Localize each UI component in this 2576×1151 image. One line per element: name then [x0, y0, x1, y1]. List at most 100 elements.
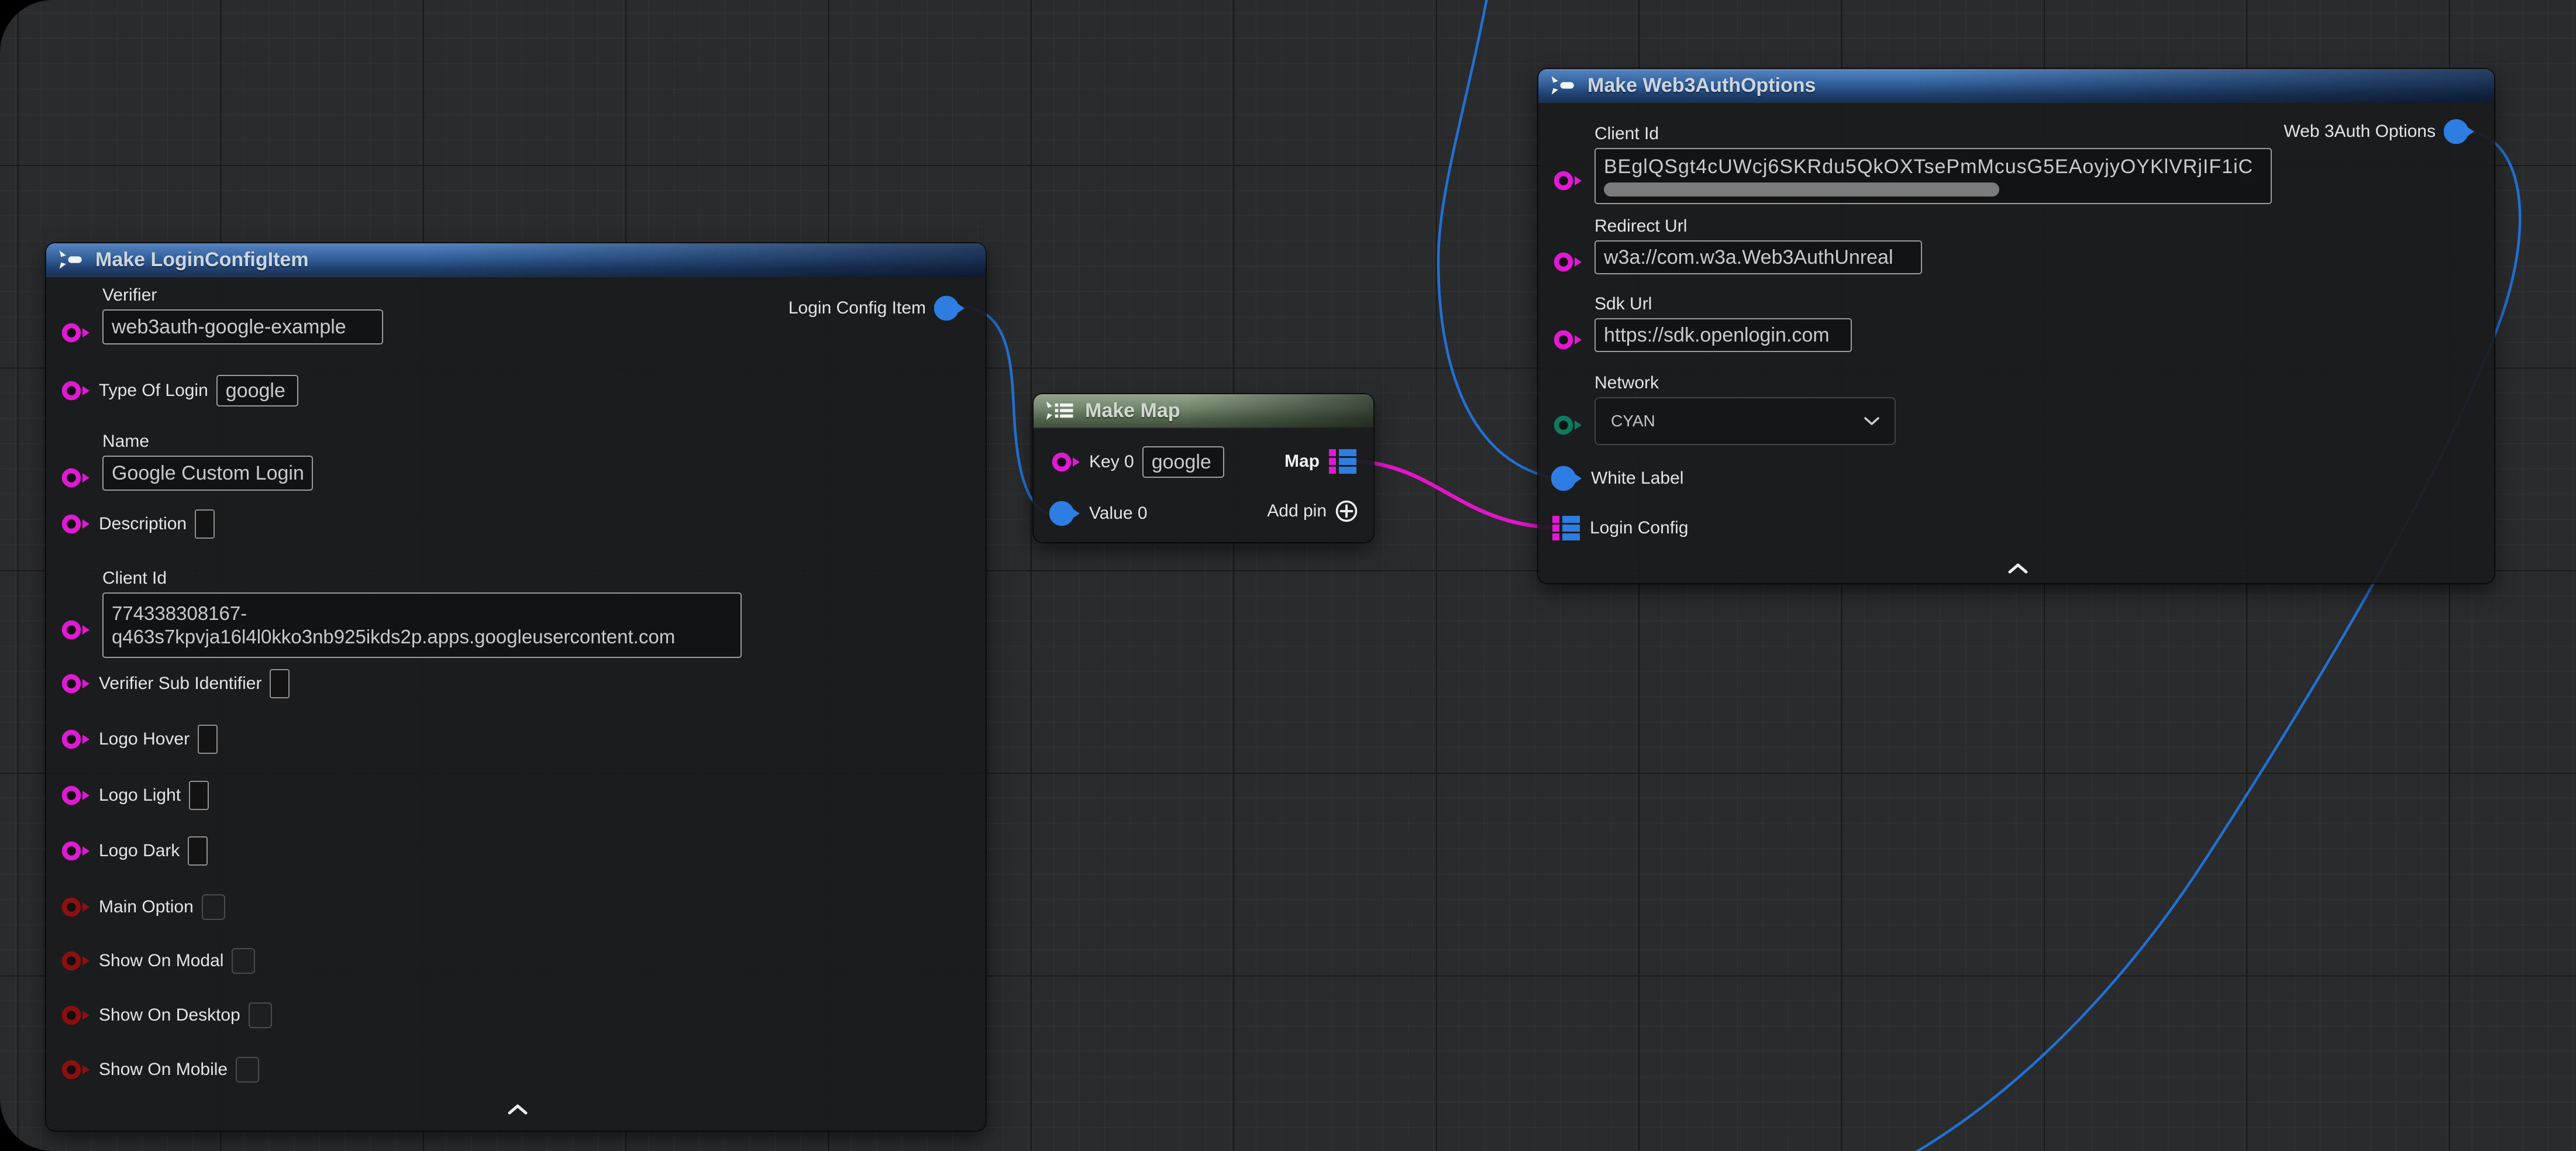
logo-hover-input[interactable] [198, 725, 218, 754]
pin-row-type-of-login: Type Of Login google [59, 374, 298, 407]
pin-row-login-config: Login Config [1551, 512, 1688, 545]
client-id-line1: 774338308167- [112, 602, 247, 625]
collapse-node-chevron[interactable] [2007, 563, 2029, 574]
collapse-node-chevron[interactable] [507, 1104, 528, 1115]
key0-input[interactable]: google [1142, 446, 1224, 478]
name-pin[interactable] [59, 464, 91, 491]
white-label-label: White Label [1591, 468, 1683, 488]
verifier-pin[interactable] [59, 319, 91, 346]
map-output-label: Map [1284, 452, 1320, 471]
add-pin-row[interactable]: Add pin [1267, 499, 1358, 523]
type-of-login-pin[interactable] [59, 377, 91, 404]
logo-hover-label: Logo Hover [99, 729, 190, 749]
verifier-sub-identifier-input[interactable] [270, 669, 290, 698]
make-map-icon [1044, 399, 1077, 422]
show-on-modal-label: Show On Modal [99, 951, 223, 971]
logo-dark-pin[interactable] [59, 838, 91, 864]
login-config-pin[interactable] [1551, 515, 1582, 542]
logo-hover-pin[interactable] [59, 726, 91, 753]
type-of-login-input[interactable]: google [216, 375, 298, 406]
redirect-url-input[interactable]: w3a://com.w3a.Web3AuthUnreal [1594, 240, 1922, 274]
output-row-map: Map [1284, 448, 1358, 475]
show-on-desktop-checkbox[interactable] [249, 1002, 272, 1028]
value0-pin[interactable] [1049, 500, 1081, 527]
client-id-line2: q463s7kpvja16l4l0kko3nb925ikds2p.apps.go… [112, 625, 675, 649]
show-on-mobile-label: Show On Mobile [99, 1060, 228, 1080]
name-label: Name [102, 432, 313, 452]
sdk-url-pin[interactable] [1551, 326, 1583, 353]
logo-dark-label: Logo Dark [99, 841, 180, 861]
logo-light-label: Logo Light [99, 785, 181, 805]
client-id-value: BEglQSgt4cUWcj6SKRdu5QkOXTsePmMcusG5EAoy… [1604, 156, 2262, 178]
redirect-url-label: Redirect Url [1594, 216, 1922, 236]
show-on-desktop-label: Show On Desktop [99, 1005, 240, 1025]
pin-row-logo-hover: Logo Hover [59, 723, 218, 756]
show-on-desktop-pin[interactable] [59, 1002, 91, 1029]
client-id-label: Client Id [1594, 124, 2272, 144]
show-on-mobile-checkbox[interactable] [236, 1057, 259, 1083]
pin-row-key0: Key 0 google [1049, 446, 1224, 478]
node-header-make-map[interactable]: Make Map [1034, 394, 1373, 428]
show-on-mobile-pin[interactable] [59, 1056, 91, 1083]
node-title: Make LoginConfigItem [95, 249, 309, 271]
pin-row-network: Network CYAN [1551, 373, 1896, 445]
node-header-make-web3authoptions[interactable]: Make Web3AuthOptions [1538, 69, 2494, 103]
pin-row-show-on-modal: Show On Modal [59, 945, 255, 977]
verifier-input[interactable]: web3auth-google-example [102, 309, 383, 344]
verifier-sub-identifier-pin[interactable] [59, 670, 91, 697]
node-make-map[interactable]: Make Map Key 0 google Map Value 0 Add pi… [1034, 394, 1373, 542]
network-dropdown[interactable]: CYAN [1594, 397, 1896, 445]
add-pin-label: Add pin [1267, 501, 1327, 521]
pin-row-name: Name Google Custom Login [59, 432, 313, 491]
sdk-url-label: Sdk Url [1594, 294, 1852, 314]
output-row-web3auth-options: Web 3Auth Options [2284, 118, 2475, 145]
client-id-input[interactable]: 774338308167- q463s7kpvja16l4l0kko3nb925… [102, 592, 742, 658]
main-option-pin[interactable] [59, 894, 91, 921]
pin-row-description: Description [59, 508, 215, 540]
main-option-checkbox[interactable] [202, 894, 225, 920]
client-id-pin[interactable] [59, 616, 91, 643]
network-pin[interactable] [1551, 412, 1583, 439]
logo-light-input[interactable] [189, 781, 209, 810]
logo-light-pin[interactable] [59, 782, 91, 809]
output-pin-label: Login Config Item [788, 298, 926, 318]
pin-row-verifier-sub-identifier: Verifier Sub Identifier [59, 667, 290, 700]
add-pin-icon[interactable] [1335, 499, 1358, 523]
node-make-web3authoptions[interactable]: Make Web3AuthOptions Web 3Auth Options C… [1538, 69, 2494, 583]
key0-pin[interactable] [1049, 449, 1081, 475]
client-id-input[interactable]: BEglQSgt4cUWcj6SKRdu5QkOXTsePmMcusG5EAoy… [1594, 148, 2272, 204]
verifier-label: Verifier [102, 285, 383, 305]
client-id-pin[interactable] [1551, 167, 1583, 194]
description-input[interactable] [195, 509, 215, 539]
name-input[interactable]: Google Custom Login [102, 456, 313, 491]
web3auth-options-output-pin[interactable] [2444, 118, 2475, 145]
value0-label: Value 0 [1089, 504, 1148, 523]
login-config-item-output-pin[interactable] [934, 295, 966, 322]
logo-dark-input[interactable] [188, 836, 208, 866]
description-pin[interactable] [59, 511, 91, 537]
description-label: Description [99, 514, 187, 534]
verifier-sub-identifier-label: Verifier Sub Identifier [99, 674, 261, 694]
node-header-make-loginconfigitem[interactable]: Make LoginConfigItem [46, 243, 986, 277]
pin-row-logo-light: Logo Light [59, 779, 209, 812]
client-id-scrollbar[interactable] [1604, 182, 1999, 197]
pin-row-sdk-url: Sdk Url https://sdk.openlogin.com [1551, 294, 1852, 352]
map-output-pin[interactable] [1328, 448, 1358, 475]
pin-row-client-id: Client Id BEglQSgt4cUWcj6SKRdu5QkOXTsePm… [1551, 124, 2272, 204]
chevron-down-icon [1864, 417, 1879, 425]
redirect-url-pin[interactable] [1551, 249, 1583, 275]
white-label-pin[interactable] [1551, 465, 1583, 492]
sdk-url-input[interactable]: https://sdk.openlogin.com [1594, 318, 1852, 352]
network-label: Network [1594, 373, 1896, 393]
pin-row-value0: Value 0 [1049, 497, 1148, 530]
show-on-modal-pin[interactable] [59, 947, 91, 974]
show-on-modal-checkbox[interactable] [232, 948, 255, 974]
node-title: Make Web3AuthOptions [1587, 74, 1816, 97]
key0-label: Key 0 [1089, 452, 1134, 472]
network-selected-value: CYAN [1611, 412, 1655, 430]
pin-row-client-id: Client Id 774338308167- q463s7kpvja16l4l… [59, 568, 742, 658]
node-make-loginconfigitem[interactable]: Make LoginConfigItem Login Config Item V… [46, 243, 986, 1131]
wire-map-to-loginconfig[interactable] [1357, 461, 1556, 528]
pin-row-redirect-url: Redirect Url w3a://com.w3a.Web3AuthUnrea… [1551, 216, 1922, 274]
make-struct-icon [1549, 74, 1579, 97]
